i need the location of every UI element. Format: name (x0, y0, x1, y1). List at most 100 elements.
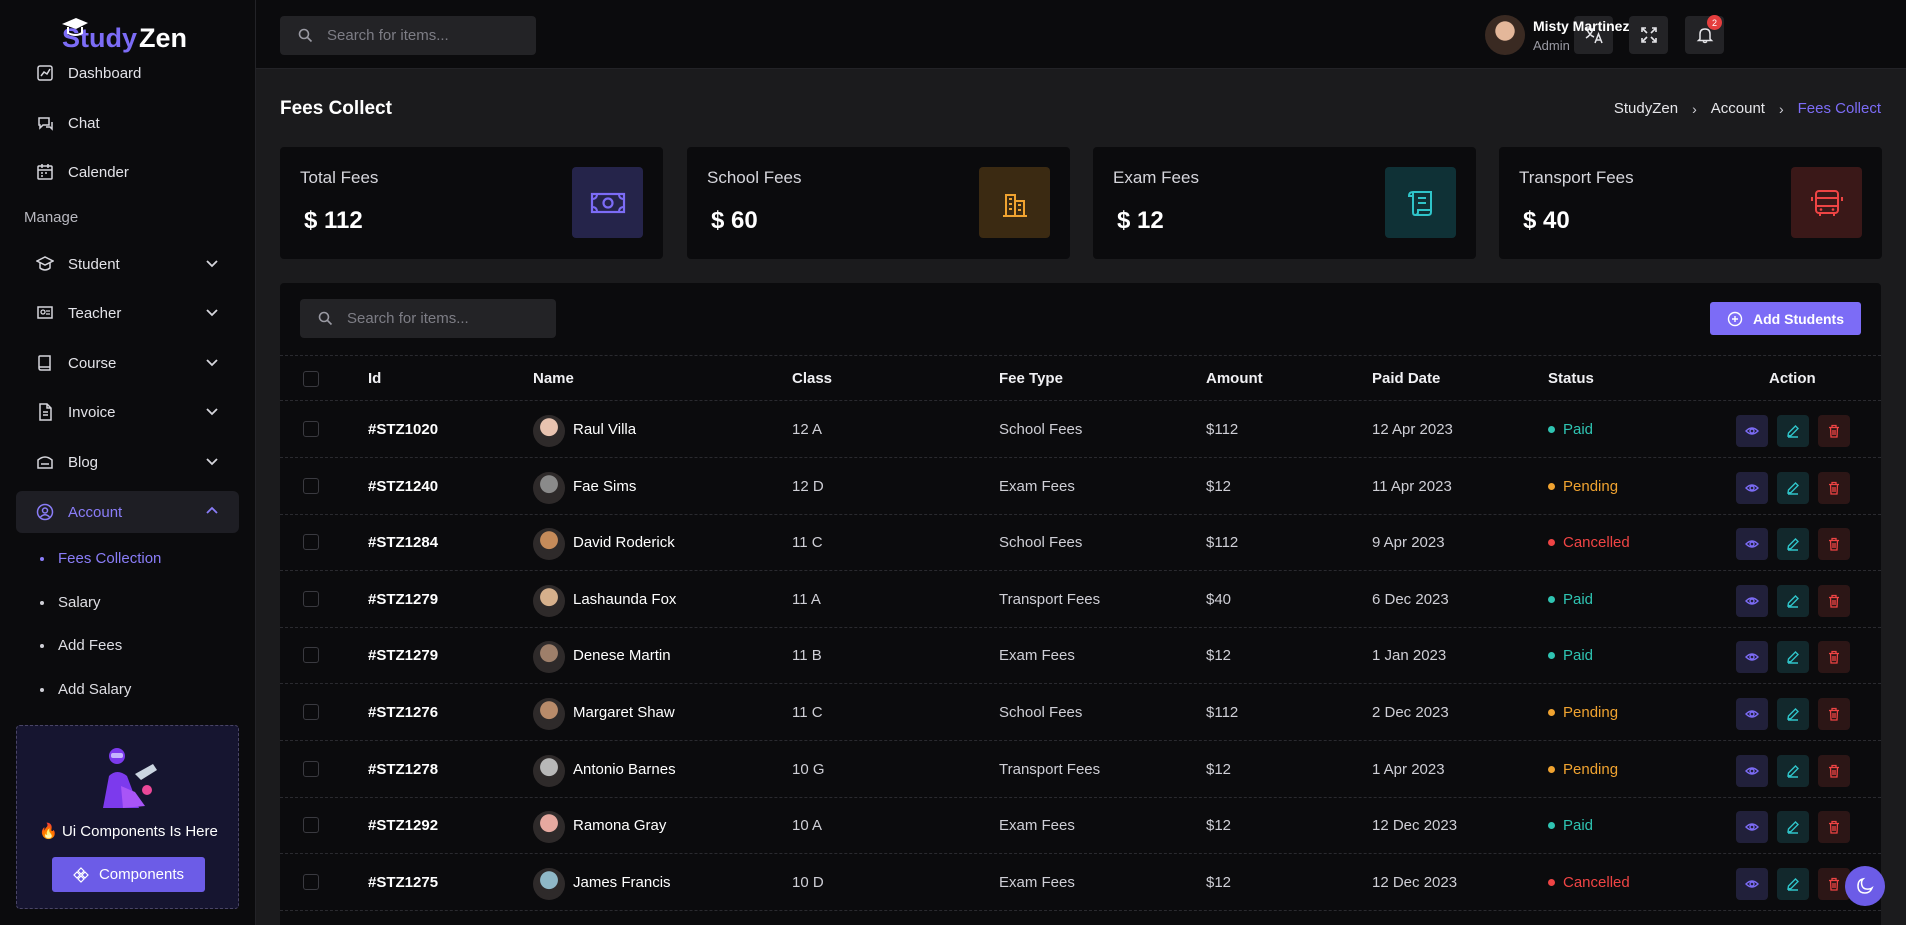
row-checkbox[interactable] (303, 704, 319, 720)
breadcrumb-item-studyzen[interactable]: StudyZen (1614, 100, 1678, 117)
column-header-fee-type[interactable]: Fee Type (999, 370, 1063, 387)
edit-button[interactable] (1777, 867, 1809, 900)
edit-button[interactable] (1777, 471, 1809, 504)
delete-button[interactable] (1818, 754, 1850, 787)
fullscreen-button[interactable] (1629, 16, 1668, 54)
eye-icon (1745, 427, 1759, 435)
cell-name[interactable]: Lashaunda Fox (573, 591, 676, 608)
book-icon (36, 354, 54, 372)
status-dot-icon (1548, 652, 1555, 660)
cell-name[interactable]: James Francis (573, 874, 671, 891)
topbar: Search for items... 2 Misty Martinez Adm… (256, 0, 1906, 69)
add-students-label: Add Students (1753, 310, 1844, 327)
view-button[interactable] (1736, 754, 1768, 787)
view-button[interactable] (1736, 641, 1768, 674)
row-checkbox[interactable] (303, 760, 319, 777)
edit-button[interactable] (1777, 528, 1809, 561)
row-checkbox[interactable] (303, 647, 319, 664)
column-header-class[interactable]: Class (792, 370, 832, 387)
edit-button[interactable] (1777, 754, 1809, 787)
row-checkbox[interactable] (303, 817, 319, 834)
status-label: Cancelled (1563, 534, 1630, 552)
delete-button[interactable] (1818, 698, 1850, 730)
chevron-down-icon (206, 408, 218, 416)
table-search-input[interactable]: Search for items... (300, 299, 556, 338)
sidebar-item-blog[interactable]: Blog (16, 441, 239, 483)
row-checkbox[interactable] (303, 590, 319, 607)
avatar (533, 698, 565, 730)
sidebar-item-invoice[interactable]: Invoice (16, 391, 239, 433)
eye-icon (1745, 483, 1759, 492)
view-button[interactable] (1736, 471, 1768, 504)
delete-button[interactable] (1818, 641, 1850, 674)
sidebar-item-course[interactable]: Course (16, 342, 239, 384)
view-button[interactable] (1736, 811, 1768, 844)
view-button[interactable] (1736, 584, 1768, 617)
edit-button[interactable] (1777, 641, 1809, 674)
sidebar-item-chat[interactable]: Chat (16, 102, 239, 144)
top-search-input[interactable]: Search for items... (280, 16, 536, 55)
column-header-id[interactable]: Id (368, 370, 381, 387)
delete-button[interactable] (1818, 471, 1850, 504)
dashboard-icon (36, 64, 54, 82)
submenu-add-fees[interactable]: Add Fees (40, 637, 122, 654)
eye-icon (1745, 597, 1759, 605)
cell-name[interactable]: Denese Martin (573, 647, 671, 664)
view-button[interactable] (1736, 415, 1768, 447)
row-checkbox[interactable] (303, 477, 319, 494)
stat-card-icon (572, 167, 643, 238)
edit-button[interactable] (1777, 811, 1809, 844)
view-button[interactable] (1736, 528, 1768, 561)
plus-circle-icon (1727, 311, 1743, 326)
sidebar-item-dashboard[interactable]: Dashboard (16, 52, 239, 94)
submenu-add-salary[interactable]: Add Salary (40, 681, 131, 698)
sidebar-item-label: Invoice (68, 403, 116, 421)
submenu-salary[interactable]: Salary (40, 594, 101, 611)
cell-name[interactable]: Fae Sims (573, 478, 636, 495)
cell-name[interactable]: Ramona Gray (573, 817, 666, 834)
user-avatar[interactable] (1485, 15, 1525, 55)
cell-class: 10 G (792, 760, 825, 778)
cell-name[interactable]: Antonio Barnes (573, 761, 676, 778)
cell-name[interactable]: David Roderick (573, 534, 675, 551)
delete-button[interactable] (1818, 811, 1850, 844)
cell-name[interactable]: Margaret Shaw (573, 704, 675, 721)
edit-icon (1787, 538, 1799, 551)
cell-class: 12 A (792, 421, 823, 438)
column-header-name[interactable]: Name (533, 370, 574, 387)
avatar (533, 528, 565, 561)
sidebar-item-student[interactable]: Student (16, 243, 239, 285)
delete-button[interactable] (1818, 415, 1850, 447)
row-checkbox[interactable] (303, 534, 319, 551)
notifications-button[interactable]: 2 (1685, 15, 1724, 54)
column-header-status[interactable]: Status (1548, 370, 1594, 387)
avatar (533, 867, 565, 900)
sidebar-item-account[interactable]: Account (16, 491, 239, 533)
edit-button[interactable] (1777, 698, 1809, 730)
column-header-paid-date[interactable]: Paid Date (1372, 370, 1440, 387)
edit-button[interactable] (1777, 415, 1809, 447)
sidebar-item-teacher[interactable]: Teacher (16, 292, 239, 334)
sidebar-item-calender[interactable]: Calender (16, 151, 239, 193)
components-button[interactable]: Components (52, 857, 205, 892)
delete-button[interactable] (1818, 528, 1850, 561)
submenu-label: Add Salary (58, 681, 132, 698)
cell-name[interactable]: Raul Villa (573, 421, 636, 438)
view-button[interactable] (1736, 867, 1768, 900)
row-checkbox[interactable] (303, 873, 319, 890)
trash-icon (1829, 707, 1839, 721)
view-button[interactable] (1736, 698, 1768, 730)
add-students-button[interactable]: Add Students (1710, 302, 1861, 335)
select-all-checkbox[interactable] (303, 371, 319, 387)
cell-amount: $112 (1206, 421, 1239, 438)
breadcrumb-item-account[interactable]: Account (1711, 100, 1765, 117)
edit-button[interactable] (1777, 584, 1809, 617)
table-row: #STZ1020 Raul Villa 12 A School Fees $112 12 … (280, 401, 1881, 458)
theme-toggle-button[interactable] (1845, 866, 1885, 906)
column-header-amount[interactable]: Amount (1206, 370, 1263, 387)
fees-table-panel: Search for items... Add Students Id Name… (280, 283, 1881, 925)
submenu-fees-collection[interactable]: Fees Collection (40, 550, 161, 567)
row-checkbox[interactable] (303, 421, 319, 437)
delete-button[interactable] (1818, 584, 1850, 617)
table-row: #STZ1276 Margaret Shaw 11 C School Fees $112… (280, 684, 1881, 741)
